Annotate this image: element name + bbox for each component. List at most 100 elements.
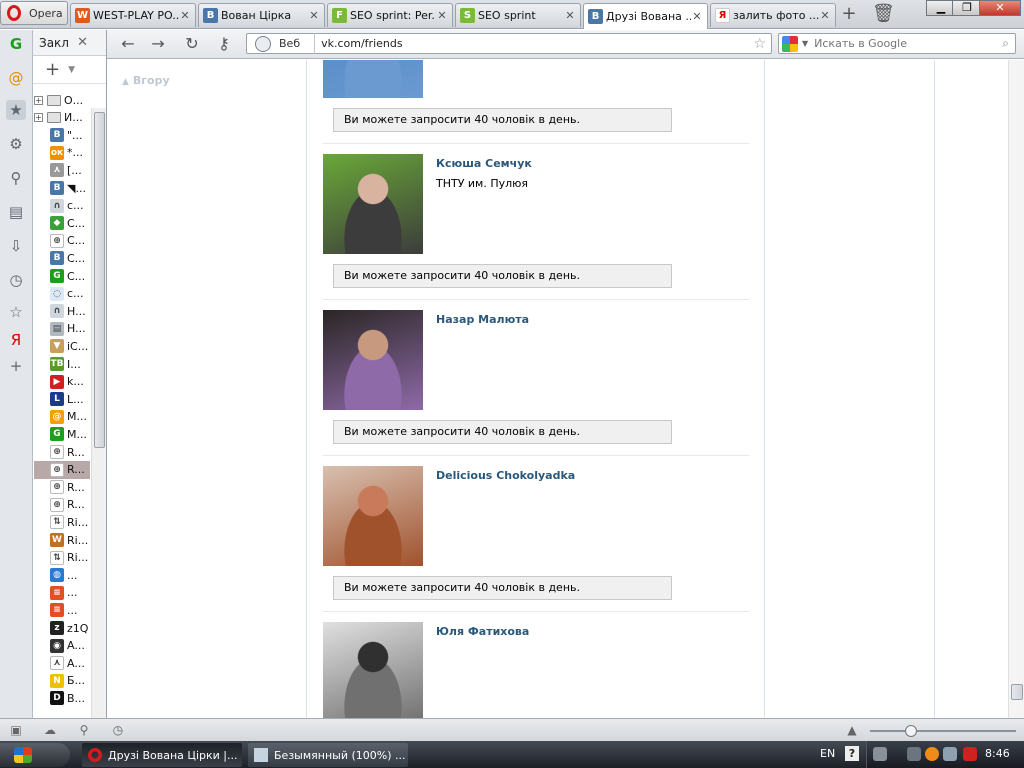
bookmark-item[interactable]: L L... bbox=[34, 390, 90, 408]
expand-icon[interactable]: + bbox=[34, 95, 43, 105]
bookmark-item[interactable]: ⇅ Ri... bbox=[34, 549, 90, 567]
url-input[interactable] bbox=[321, 37, 754, 50]
friend-name-link[interactable]: Delicious Chokolyadka bbox=[436, 469, 575, 482]
bookmark-item[interactable]: + И... bbox=[34, 109, 90, 127]
bookmark-item[interactable]: ⇅ Ri... bbox=[34, 513, 90, 531]
address-bar[interactable]: Веб ☆ bbox=[246, 33, 772, 54]
close-tab-icon[interactable]: ✕ bbox=[179, 9, 191, 22]
google-icon[interactable] bbox=[782, 35, 798, 52]
page-scroll-thumb[interactable] bbox=[1011, 684, 1023, 700]
add-bookmark-button[interactable]: + bbox=[45, 59, 60, 80]
bookmarks-panel-icon[interactable]: ☆ bbox=[6, 302, 26, 322]
chevron-down-icon[interactable]: ▼ bbox=[68, 65, 75, 75]
close-tab-icon[interactable]: ✕ bbox=[819, 9, 831, 22]
friend-photo[interactable] bbox=[323, 60, 423, 98]
bookmark-item[interactable]: ◉ A... bbox=[34, 637, 90, 655]
bookmark-item[interactable]: TB I... bbox=[34, 355, 90, 373]
bookmark-item[interactable]: B ◥... bbox=[34, 179, 90, 197]
taskbar-item[interactable]: Безымянный (100%) ... bbox=[248, 743, 408, 767]
bookmark-item[interactable]: ⊕ C... bbox=[34, 232, 90, 250]
chevron-down-icon[interactable]: ▼ bbox=[802, 39, 808, 48]
forward-button[interactable]: → bbox=[147, 34, 169, 54]
zoom-slider[interactable] bbox=[870, 730, 1016, 732]
zoom-knob[interactable] bbox=[905, 725, 917, 737]
close-tab-icon[interactable]: ✕ bbox=[691, 10, 703, 23]
friend-name-link[interactable]: Ксюша Семчук bbox=[436, 157, 532, 170]
panel-toggle-icon[interactable]: ▣ bbox=[8, 723, 24, 737]
close-panel-icon[interactable]: ✕ bbox=[77, 35, 88, 50]
cashback-icon[interactable]: G bbox=[6, 34, 26, 54]
search-input[interactable] bbox=[814, 37, 1003, 50]
cloud-icon[interactable]: ☁ bbox=[42, 723, 58, 737]
back-button[interactable]: ← bbox=[117, 34, 139, 54]
bookmark-item[interactable]: ◍... bbox=[34, 566, 90, 584]
search-box[interactable]: ▼ ⌕ bbox=[778, 33, 1016, 54]
steam-icon[interactable] bbox=[907, 747, 921, 761]
close-tab-icon[interactable]: ✕ bbox=[436, 9, 448, 22]
language-indicator[interactable]: EN bbox=[820, 747, 835, 760]
reload-button[interactable]: ↻ bbox=[181, 34, 203, 54]
yandex-icon[interactable]: Я bbox=[6, 330, 26, 350]
new-tab-button[interactable]: + bbox=[838, 4, 860, 24]
bookmark-item[interactable]: G C... bbox=[34, 267, 90, 285]
start-button[interactable] bbox=[0, 743, 70, 767]
bookmark-item[interactable]: ▼ iC... bbox=[34, 337, 90, 355]
tab-5[interactable]: B Друзі Вована ... ✕ bbox=[583, 3, 708, 29]
bookmark-item[interactable]: z z1Q bbox=[34, 619, 90, 637]
friend-photo[interactable] bbox=[323, 310, 423, 410]
unite-icon[interactable]: ⚲ bbox=[76, 723, 92, 737]
friend-photo[interactable] bbox=[323, 154, 423, 254]
bookmarks-icon[interactable]: ★ bbox=[6, 100, 26, 120]
bookmark-item[interactable]: ⊕ R... bbox=[34, 460, 90, 479]
bookmark-item[interactable]: ⋏ [... bbox=[34, 161, 90, 179]
bookmark-item[interactable]: ок *... bbox=[34, 144, 90, 162]
bookmark-item[interactable]: D В... bbox=[34, 689, 90, 707]
star-icon[interactable]: ☆ bbox=[753, 36, 766, 52]
bookmark-item[interactable]: N Б... bbox=[34, 672, 90, 690]
page-scrollbar[interactable] bbox=[1008, 60, 1024, 718]
bookmark-item[interactable]: ◌ c... bbox=[34, 285, 90, 303]
downloads-icon[interactable]: ⇩ bbox=[6, 236, 26, 256]
history-icon[interactable]: ◷ bbox=[6, 270, 26, 290]
bookmark-item[interactable]: ⊕ R... bbox=[34, 443, 90, 461]
bookmark-item[interactable]: B C... bbox=[34, 249, 90, 267]
bookmarks-scroll-thumb[interactable] bbox=[94, 112, 105, 448]
key-icon[interactable]: ⚷ bbox=[213, 34, 235, 54]
tab-2[interactable]: B Вован Цірка ✕ bbox=[198, 3, 325, 27]
search-icon[interactable]: ⌕ bbox=[1002, 36, 1009, 51]
close-tab-icon[interactable]: ✕ bbox=[564, 9, 576, 22]
bookmark-item[interactable]: ▶ k... bbox=[34, 373, 90, 391]
tab-3[interactable]: F SEO sprint: Per... ✕ bbox=[327, 3, 453, 27]
close-window-button[interactable]: ✕ bbox=[979, 0, 1021, 16]
mail-agent-icon[interactable] bbox=[925, 747, 939, 761]
bookmark-item[interactable]: ≡... bbox=[34, 601, 90, 619]
settings-icon[interactable]: ⚙ bbox=[6, 134, 26, 154]
help-icon[interactable]: ? bbox=[845, 746, 859, 761]
antivirus-icon[interactable] bbox=[963, 747, 977, 761]
bookmarks-scrollbar[interactable] bbox=[91, 108, 106, 718]
friend-name-link[interactable]: Юля Фатихова bbox=[436, 625, 529, 638]
taskbar-item[interactable]: Друзі Вована Цірки |... bbox=[82, 743, 242, 767]
friend-photo[interactable] bbox=[323, 466, 423, 566]
bookmark-item[interactable]: ∩ c... bbox=[34, 197, 90, 215]
mail-icon[interactable]: @ bbox=[6, 68, 26, 88]
bookmark-item[interactable]: ⋏ A... bbox=[34, 654, 90, 672]
tab-4[interactable]: S SEO sprint ✕ bbox=[455, 3, 581, 27]
trash-icon[interactable]: 🗑 bbox=[872, 4, 895, 24]
bookmark-item[interactable]: W Ri... bbox=[34, 531, 90, 549]
add-panel-icon[interactable]: + bbox=[6, 356, 26, 376]
view-toggle-icon[interactable]: ▲ bbox=[844, 723, 860, 737]
bookmark-item[interactable]: ⊕ R... bbox=[34, 478, 90, 496]
back-to-top-link[interactable]: ▲ Вгору bbox=[122, 74, 170, 87]
tab-6[interactable]: Язалить фото ... ✕ bbox=[710, 3, 836, 27]
bookmark-item[interactable]: ⊕ R... bbox=[34, 496, 90, 514]
bookmark-item[interactable]: + О... bbox=[34, 91, 90, 109]
close-tab-icon[interactable]: ✕ bbox=[308, 9, 320, 22]
friend-photo[interactable] bbox=[323, 622, 423, 718]
bookmark-item[interactable]: ≡... bbox=[34, 584, 90, 602]
bookmark-item[interactable]: ∩ H... bbox=[34, 302, 90, 320]
speed-dial-icon[interactable]: ◷ bbox=[110, 723, 126, 737]
expand-icon[interactable]: + bbox=[34, 113, 43, 123]
speaker-icon[interactable] bbox=[943, 747, 957, 761]
bookmark-item[interactable]: G M... bbox=[34, 425, 90, 443]
